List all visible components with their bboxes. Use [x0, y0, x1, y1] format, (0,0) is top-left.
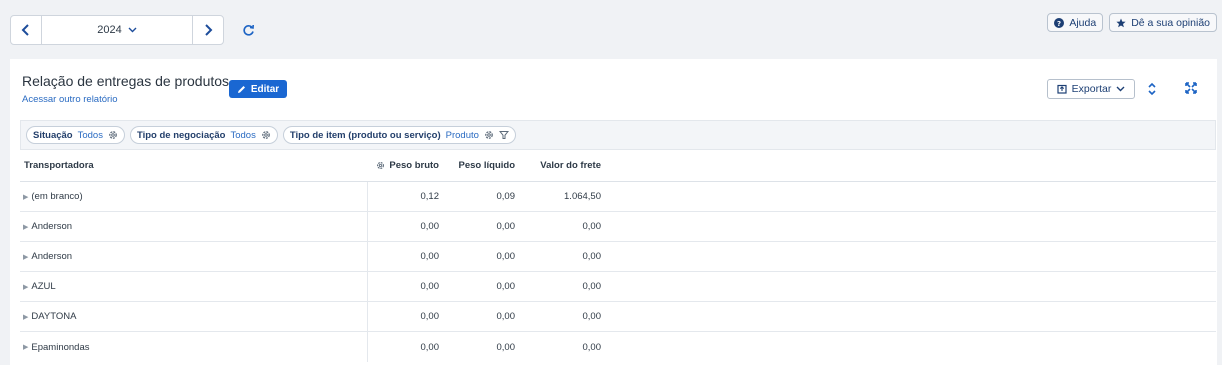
cell-peso-liquido: 0,00: [496, 311, 516, 322]
help-label: Ajuda: [1069, 16, 1097, 29]
cell-peso-liquido: 0,00: [496, 281, 516, 292]
cell-peso-liquido: 0,00: [496, 341, 516, 353]
column-header-label: Peso líquido: [458, 160, 515, 171]
column-header-transportadora[interactable]: Transportadora: [20, 160, 368, 171]
svg-text:?: ?: [1057, 20, 1061, 28]
year-selector-box: 2024: [10, 15, 224, 45]
report-card: Relação de entregas de produtos Acessar …: [10, 59, 1217, 365]
edit-button[interactable]: Editar: [229, 80, 287, 98]
year-dropdown[interactable]: 2024: [42, 16, 192, 44]
pencil-icon: [237, 85, 245, 93]
cell-peso-bruto: 0,00: [420, 221, 440, 232]
table-row[interactable]: ▶ Epaminondas 0,00 0,00 0,00: [20, 332, 1216, 362]
cell-valor-frete: 0,00: [582, 311, 602, 322]
row-name: Epaminondas: [31, 341, 90, 353]
filter-value: Todos: [77, 129, 103, 141]
expand-caret-icon[interactable]: ▶: [23, 253, 28, 261]
table-row[interactable]: ▶ AZUL 0,00 0,00 0,00: [20, 272, 1216, 302]
cell-valor-frete: 1.064,50: [564, 191, 601, 202]
filter-key: Situação: [33, 129, 73, 141]
cell-peso-bruto: 0,00: [420, 281, 440, 292]
period-navigator: 2024: [10, 15, 255, 45]
cell-peso-bruto: 0,00: [420, 251, 440, 262]
filter-chip-situacao[interactable]: Situação Todos: [26, 126, 125, 144]
row-name-cell[interactable]: ▶ AZUL: [20, 272, 368, 301]
table-header: Transportadora Peso bruto Peso líquido V…: [20, 150, 1216, 182]
row-name-cell[interactable]: ▶ Epaminondas: [20, 332, 368, 362]
refresh-icon: [243, 24, 254, 36]
row-name-cell[interactable]: ▶ Anderson: [20, 242, 368, 271]
column-header-label: Peso bruto: [389, 160, 439, 171]
column-header-peso-bruto[interactable]: Peso bruto: [368, 160, 439, 171]
cell-valor-frete: 0,00: [582, 281, 602, 292]
cell-peso-bruto: 0,12: [420, 191, 440, 202]
filter-chip-tipo-item[interactable]: Tipo de item (produto ou serviço) Produt…: [282, 126, 516, 144]
funnel-icon[interactable]: [498, 130, 509, 140]
edit-label: Editar: [250, 83, 280, 95]
chevron-left-icon: [21, 24, 29, 36]
gear-icon[interactable]: [484, 130, 494, 140]
row-name-cell[interactable]: ▶ (em branco): [20, 182, 368, 211]
cell-valor-frete: 0,00: [582, 251, 602, 262]
previous-year-button[interactable]: [11, 16, 42, 44]
gear-icon[interactable]: [376, 161, 385, 170]
column-header-peso-liquido[interactable]: Peso líquido: [439, 160, 515, 171]
help-button[interactable]: ? Ajuda: [1047, 13, 1104, 32]
expand-collapse-button[interactable]: [1147, 82, 1157, 96]
export-label: Exportar: [1071, 83, 1112, 95]
cell-peso-bruto: 0,00: [420, 311, 440, 322]
other-report-link[interactable]: Acessar outro relatório: [22, 94, 118, 105]
export-icon: [1057, 84, 1067, 94]
cell-peso-bruto: 0,00: [420, 341, 440, 353]
chevron-down-icon: [1116, 86, 1125, 92]
row-name: DAYTONA: [31, 311, 77, 322]
chevron-down-icon: [128, 27, 137, 33]
row-name: AZUL: [31, 281, 56, 292]
filter-bar: Situação Todos Tipo de negociação Todos …: [20, 120, 1216, 150]
cell-valor-frete: 0,00: [582, 341, 602, 353]
row-name: (em branco): [31, 191, 83, 202]
expand-caret-icon[interactable]: ▶: [23, 223, 28, 231]
expand-caret-icon[interactable]: ▶: [23, 283, 28, 291]
column-header-valor-frete[interactable]: Valor do frete: [515, 160, 601, 171]
filter-key: Tipo de negociação: [136, 129, 226, 141]
expand-caret-icon[interactable]: ▶: [23, 343, 28, 351]
cell-peso-liquido: 0,00: [496, 251, 516, 262]
column-header-label: Valor do frete: [540, 160, 601, 171]
fullscreen-icon: [1185, 82, 1197, 94]
report-title: Relação de entregas de produtos: [22, 73, 230, 89]
top-actions: ? Ajuda Dê a sua opinião: [1047, 13, 1217, 32]
filter-chip-tipo-negociacao[interactable]: Tipo de negociação Todos: [129, 126, 278, 144]
feedback-button[interactable]: Dê a sua opinião: [1109, 13, 1217, 32]
export-button[interactable]: Exportar: [1047, 79, 1135, 99]
feedback-label: Dê a sua opinião: [1131, 16, 1210, 29]
expand-caret-icon[interactable]: ▶: [23, 313, 28, 321]
fullscreen-button[interactable]: [1185, 82, 1197, 94]
table-row[interactable]: ▶ Anderson 0,00 0,00 0,00: [20, 212, 1216, 242]
chevron-right-icon: [205, 24, 213, 36]
gear-icon[interactable]: [108, 130, 118, 140]
cell-valor-frete: 0,00: [582, 221, 602, 232]
filter-key: Tipo de item (produto ou serviço): [289, 129, 441, 141]
star-icon: [1116, 18, 1126, 27]
filter-value: Todos: [230, 129, 256, 141]
question-circle-icon: ?: [1054, 17, 1065, 28]
table-row[interactable]: ▶ DAYTONA 0,00 0,00 0,00: [20, 302, 1216, 332]
expand-collapse-icon: [1148, 82, 1156, 96]
row-name-cell[interactable]: ▶ DAYTONA: [20, 302, 368, 331]
expand-caret-icon[interactable]: ▶: [23, 193, 28, 201]
filter-value: Produto: [445, 129, 479, 141]
table-row[interactable]: ▶ Anderson 0,00 0,00 0,00: [20, 242, 1216, 272]
next-year-button[interactable]: [192, 16, 223, 44]
year-label: 2024: [97, 24, 122, 36]
table-row[interactable]: ▶ (em branco) 0,12 0,09 1.064,50: [20, 182, 1216, 212]
gear-icon[interactable]: [261, 130, 271, 140]
row-name: Anderson: [31, 221, 73, 232]
row-name: Anderson: [31, 251, 73, 262]
refresh-button[interactable]: [242, 24, 255, 37]
cell-peso-liquido: 0,00: [496, 221, 516, 232]
report-table: Transportadora Peso bruto Peso líquido V…: [20, 150, 1216, 362]
cell-peso-liquido: 0,09: [496, 191, 516, 202]
row-name-cell[interactable]: ▶ Anderson: [20, 212, 368, 241]
